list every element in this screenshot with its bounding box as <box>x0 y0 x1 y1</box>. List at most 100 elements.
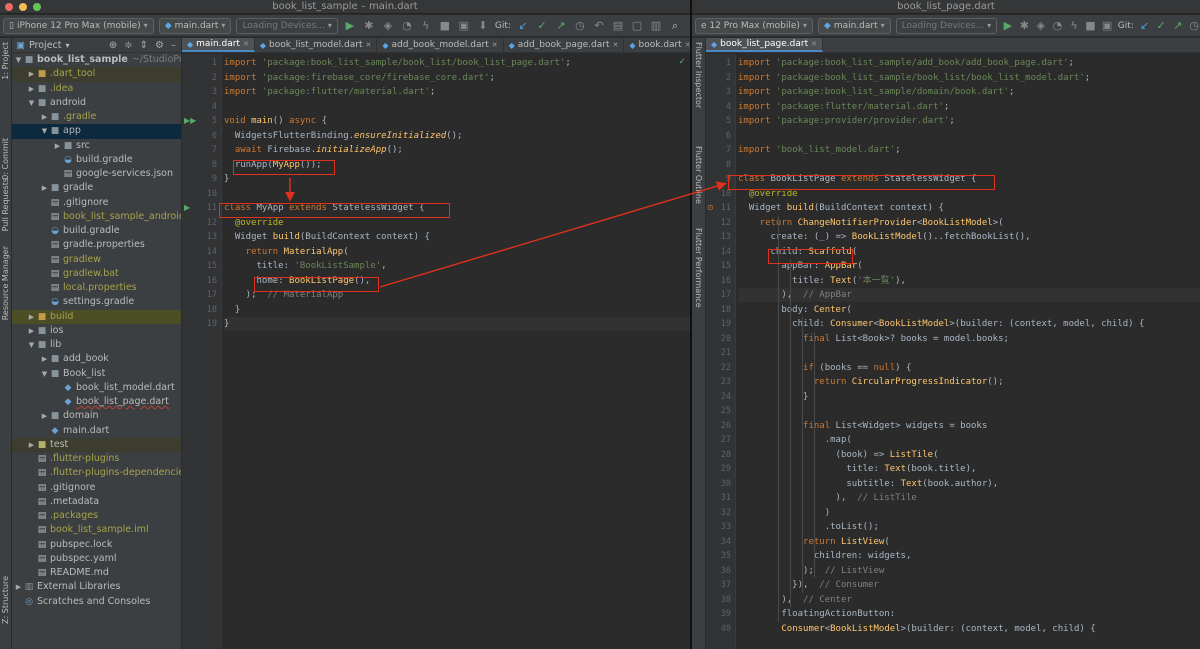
code-line[interactable]: floatingActionButton: <box>738 607 1200 621</box>
tree-item[interactable]: ▤ .gitignore <box>12 481 181 495</box>
editor-tab[interactable]: ◆ add_book_model.dart ✕ <box>377 38 504 52</box>
device-manager-icon[interactable]: ▣ <box>1101 19 1113 33</box>
code-line[interactable] <box>738 158 1200 172</box>
code-line[interactable]: Widget build(BuildContext context) { <box>738 201 1200 215</box>
chevron-right-icon[interactable]: ▶ <box>27 67 36 81</box>
code-line[interactable]: title: 'BookListSample', <box>224 259 690 273</box>
override-icon[interactable]: ⊙ <box>707 201 714 215</box>
profile-icon[interactable]: ◔ <box>400 19 414 33</box>
editor-tab[interactable]: ◆ main.dart ✕ <box>182 38 255 52</box>
chevron-down-icon[interactable]: ▼ <box>40 367 49 381</box>
code-line[interactable]: title: Text('本一覧'), <box>738 274 1200 288</box>
chevron-right-icon[interactable]: ▶ <box>27 82 36 96</box>
code-line[interactable]: } <box>738 390 1200 404</box>
code-line[interactable]: runApp(MyApp()); <box>224 158 690 172</box>
tree-item[interactable]: ▶ ■ build <box>12 309 181 324</box>
close-icon[interactable]: ✕ <box>243 40 249 48</box>
run-icon[interactable]: ▶ <box>184 201 190 215</box>
code-line[interactable]: ) <box>738 506 1200 520</box>
tree-item[interactable]: ▤ gradle.properties <box>12 238 181 252</box>
code-line[interactable]: title: Text(book.title), <box>738 462 1200 476</box>
tool-window-flutter-performance[interactable]: Flutter Performance <box>694 228 703 308</box>
tree-item[interactable]: ◒ settings.gradle <box>12 295 181 309</box>
chevron-right-icon[interactable]: ▶ <box>27 438 36 452</box>
expand-all-icon[interactable]: ⇕ <box>140 40 148 51</box>
chevron-right-icon[interactable]: ▶ <box>14 580 23 594</box>
coverage-icon[interactable]: ◈ <box>1035 19 1047 33</box>
code-line[interactable]: ); // ListView <box>738 564 1200 578</box>
git-commit-icon[interactable]: ✓ <box>535 19 549 33</box>
devices-loading-selector[interactable]: Loading Devices... ▾ <box>236 17 338 34</box>
code-line[interactable] <box>738 129 1200 143</box>
run-icon[interactable]: ▶ <box>1002 19 1014 33</box>
device-manager-icon[interactable]: ▣ <box>457 19 471 33</box>
tree-item[interactable]: ▤ gradlew <box>12 253 181 267</box>
tree-item[interactable]: ▤ pubspec.yaml <box>12 552 181 566</box>
hide-icon[interactable]: – <box>171 40 176 51</box>
chevron-right-icon[interactable]: ▶ <box>40 409 49 423</box>
code-line[interactable]: subtitle: Text(book.author), <box>738 477 1200 491</box>
close-icon[interactable]: ✕ <box>811 40 817 48</box>
stop-icon[interactable]: ■ <box>438 19 452 33</box>
tree-item[interactable]: ▤ google-services.json <box>12 167 181 181</box>
hot-reload-icon[interactable]: ϟ <box>419 19 433 33</box>
tree-item[interactable]: ◆ main.dart <box>12 424 181 438</box>
tool-window-flutter-inspector[interactable]: Flutter Inspector <box>694 42 703 108</box>
book-list-page-editor[interactable]: 1 2 3 4 5 6 7 8 9 10 11 12 13 14 15 16 17 18 19 20 21 22 23 24 2… <box>706 54 1200 649</box>
code-line[interactable]: Widget build(BuildContext context) { <box>224 230 690 244</box>
devices-loading-selector[interactable]: Loading Devices... ▾ <box>895 17 998 34</box>
tree-item[interactable]: ▶ ■ domain <box>12 409 181 423</box>
history-icon[interactable]: ◷ <box>573 19 587 33</box>
tree-item[interactable]: ▤ book_list_sample_android.i <box>12 210 181 224</box>
tree-item[interactable]: ▶ ■ .idea <box>12 82 181 96</box>
close-icon[interactable]: ✕ <box>492 41 498 49</box>
tree-item[interactable]: ▶ ■ add_book <box>12 352 181 366</box>
tree-item[interactable]: ◎ Scratches and Consoles <box>12 595 181 609</box>
git-update-icon[interactable]: ↙ <box>1139 19 1151 33</box>
zoom-window-button[interactable] <box>33 3 41 11</box>
run-icon[interactable]: ▶▶ <box>184 114 196 128</box>
chevron-right-icon[interactable]: ▶ <box>40 110 49 124</box>
code-line[interactable]: (book) => ListTile( <box>738 448 1200 462</box>
tree-item[interactable]: ◆ book_list_model.dart <box>12 381 181 395</box>
tree-item[interactable]: ▶ ■ src <box>12 139 181 153</box>
tool-window-commit[interactable]: 0: Commit <box>1 138 10 180</box>
search-icon[interactable]: ⌕ <box>668 19 682 33</box>
code-line[interactable]: } <box>224 317 690 331</box>
tree-item[interactable]: ▤ README.md <box>12 566 181 580</box>
device-selector[interactable]: e 12 Pro Max (mobile) ▾ <box>695 17 813 34</box>
code-line[interactable]: import 'package:book_list_sample/book_li… <box>224 56 690 70</box>
chevron-down-icon[interactable]: ▼ <box>27 338 36 352</box>
tree-item[interactable]: ▶ ■ gradle <box>12 181 181 195</box>
tool-window-structure[interactable]: Z: Structure <box>1 576 10 624</box>
tree-item[interactable]: ▶ ■ .gradle <box>12 110 181 124</box>
tree-item[interactable]: ▶ ■ test <box>12 437 181 452</box>
code-line[interactable]: home: BookListPage(), <box>224 274 690 288</box>
tree-item[interactable]: ▤ .flutter-plugins <box>12 452 181 466</box>
tree-item[interactable]: ◒ build.gradle <box>12 224 181 238</box>
collapse-all-icon[interactable]: ≑ <box>124 40 132 51</box>
close-window-button[interactable] <box>5 3 13 11</box>
code-line[interactable]: import 'package:book_list_sample/domain/… <box>738 85 1200 99</box>
chevron-right-icon[interactable]: ▶ <box>27 324 36 338</box>
code-line[interactable]: return ListView( <box>738 535 1200 549</box>
chevron-right-icon[interactable]: ▶ <box>40 352 49 366</box>
code-line[interactable]: return ChangeNotifierProvider<BookListMo… <box>738 216 1200 230</box>
tree-item[interactable]: ▤ pubspec.lock <box>12 538 181 552</box>
tree-item[interactable]: ▤ gradlew.bat <box>12 267 181 281</box>
tree-item[interactable]: ▼ ■ app <box>12 124 181 139</box>
code-line[interactable] <box>738 346 1200 360</box>
hot-reload-icon[interactable]: ϟ <box>1068 19 1080 33</box>
tree-item[interactable]: ◒ build.gradle <box>12 153 181 167</box>
structure-icon[interactable]: ▤ <box>611 19 625 33</box>
code-line[interactable]: ); // MaterialApp <box>224 288 690 302</box>
history-icon[interactable]: ◷ <box>1188 19 1200 33</box>
code-line[interactable]: return MaterialApp( <box>224 245 690 259</box>
editor-tab[interactable]: ◆ add_book_page.dart ✕ <box>504 38 625 52</box>
code-line[interactable]: if (books == null) { <box>738 361 1200 375</box>
rollback-icon[interactable]: ↶ <box>592 19 606 33</box>
code-line[interactable]: appBar: AppBar( <box>738 259 1200 273</box>
tree-item[interactable]: ▤ .flutter-plugins-dependencies <box>12 466 181 480</box>
run-config-selector[interactable]: ◆ main.dart ▾ <box>158 17 232 34</box>
code-line[interactable]: @override <box>224 216 690 230</box>
